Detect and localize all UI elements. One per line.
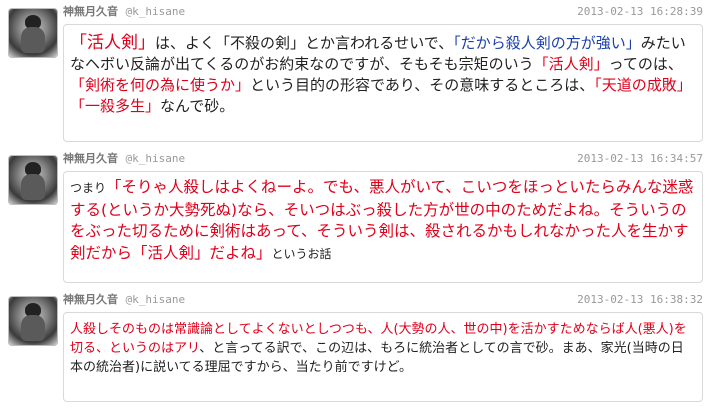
text-segment: というお話	[271, 246, 332, 261]
text-segment: 「だから殺人剣の方が強い」	[453, 34, 641, 52]
text-segment: ってのは、	[608, 55, 683, 73]
text-segment: つまり	[70, 181, 107, 195]
tweet-text: 「活人剣」は、よく「不殺の剣」とか言われるせいで、「だから殺人剣の方が強い」みた…	[63, 24, 703, 142]
text-segment: 「活人剣」	[70, 33, 155, 53]
avatar[interactable]	[8, 296, 58, 346]
timestamp[interactable]: 2013-02-13 16:28:39	[577, 4, 703, 20]
user-name[interactable]: 神無月久音	[63, 5, 118, 18]
tweet-header: 神無月久音 @k_hisane 2013-02-13 16:28:39	[63, 4, 703, 20]
tweet-header: 神無月久音 @k_hisane 2013-02-13 16:38:32	[63, 292, 703, 308]
tweet-header: 神無月久音 @k_hisane 2013-02-13 16:34:57	[63, 151, 703, 167]
text-segment: は、よく「不殺の剣」とか言われるせいで、	[155, 34, 454, 52]
text-segment: なんで砂。	[160, 97, 235, 115]
user-handle[interactable]: @k_hisane	[126, 293, 186, 306]
timestamp[interactable]: 2013-02-13 16:34:57	[577, 151, 703, 167]
text-segment: 「そりゃ人殺しはよくねーよ。でも、悪人がいて、こいつをほっといたらみんな迷惑する…	[70, 178, 694, 262]
avatar[interactable]	[8, 8, 58, 58]
tweet-text: つまり「そりゃ人殺しはよくねーよ。でも、悪人がいて、こいつをほっといたらみんな迷…	[63, 171, 703, 283]
text-segment: 「活人剣」	[533, 55, 609, 73]
text-segment: 「剣術を何の為に使うか」	[70, 76, 251, 94]
avatar[interactable]	[8, 155, 58, 205]
user-handle[interactable]: @k_hisane	[126, 152, 186, 165]
user-name[interactable]: 神無月久音	[63, 293, 118, 306]
text-segment: という目的の形容であり、その意味するところは、	[250, 76, 595, 94]
user-handle[interactable]: @k_hisane	[126, 5, 186, 18]
tweet-text: 人殺しそのものは常識論としてよくないとしつつも、人(大勢の人、世の中)を活かすた…	[63, 312, 703, 402]
timestamp[interactable]: 2013-02-13 16:38:32	[577, 292, 703, 308]
user-name[interactable]: 神無月久音	[63, 152, 118, 165]
